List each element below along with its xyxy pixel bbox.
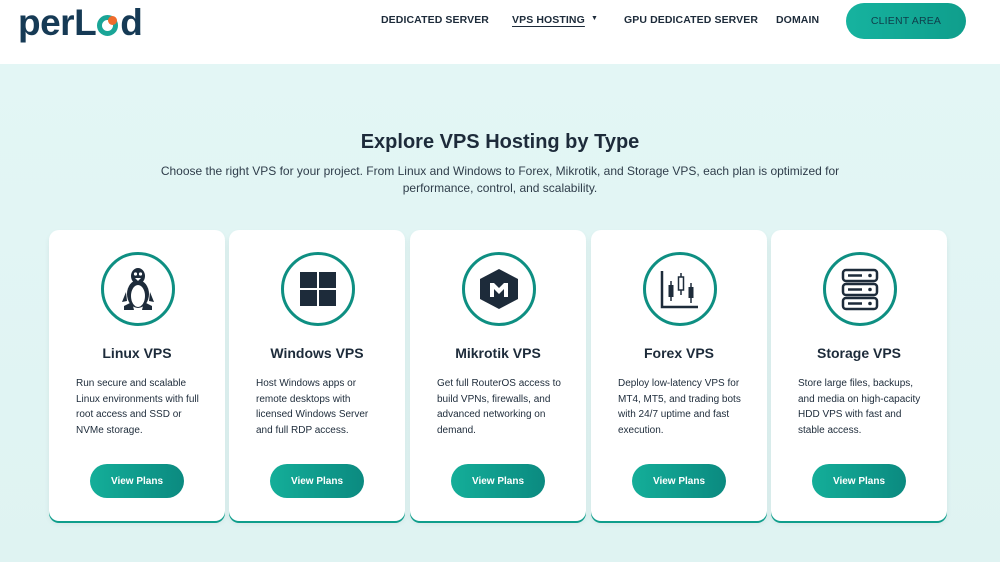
page-title: Explore VPS Hosting by Type [360,131,640,153]
nav-gpu-dedicated-server[interactable]: GPU DEDICATED SERVER [624,14,758,26]
card-title: Mikrotik VPS [455,345,541,361]
client-area-button[interactable]: CLIENT AREA [846,3,966,39]
card-storage-vps: Storage VPS Store large files, backups, … [771,230,947,521]
nav-domain[interactable]: DOMAIN [776,14,819,26]
server-storage-icon [823,252,897,326]
view-plans-button[interactable]: View Plans [270,464,364,498]
candlestick-chart-icon [643,252,717,326]
mikrotik-logo-icon [462,252,536,326]
linux-penguin-icon [101,252,175,326]
card-description: Host Windows apps or remote desktops wit… [256,378,369,436]
nav-vps-hosting[interactable]: VPS HOSTING [512,14,585,26]
chevron-down-icon[interactable]: ▼ [591,15,598,22]
card-description: Deploy low-latency VPS for MT4, MT5, and… [618,378,741,436]
card-linux-vps: Linux VPS Run secure and scalable Linux … [49,230,225,521]
card-title: Linux VPS [102,345,172,361]
view-plans-button[interactable]: View Plans [632,464,726,498]
view-plans-button[interactable]: View Plans [451,464,545,498]
card-title: Storage VPS [816,345,902,361]
nav-dedicated-server[interactable]: DEDICATED SERVER [381,14,489,26]
card-forex-vps: Forex VPS Deploy low-latency VPS for MT4… [591,230,767,521]
view-plans-button[interactable]: View Plans [812,464,906,498]
card-title: Windows VPS [270,345,364,361]
card-description: Run secure and scalable Linux environmen… [76,378,199,436]
page-subtitle: Choose the right VPS for your project. F… [160,164,840,195]
card-title: Forex VPS [643,345,715,361]
card-windows-vps: Windows VPS Host Windows apps or remote … [229,230,405,521]
windows-logo-icon [281,252,355,326]
card-mikrotik-vps: Mikrotik VPS Get full RouterOS access to… [410,230,586,521]
card-description: Store large files, backups, and media on… [798,378,921,436]
view-plans-button[interactable]: View Plans [90,464,184,498]
card-description: Get full RouterOS access to build VPNs, … [437,378,561,436]
site-header: per Ld DEDICATED SERVER VPS HOSTING ▼ GPU… [0,0,1000,64]
